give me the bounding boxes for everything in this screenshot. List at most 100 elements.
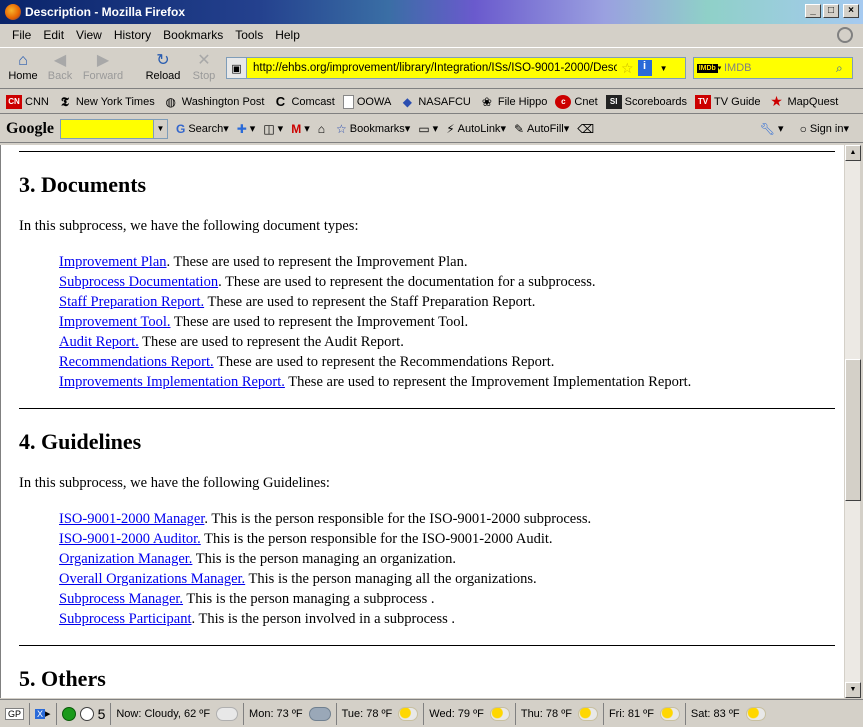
status-x-widget[interactable]: X ▸ [30,702,57,725]
bookmark-nasafcu[interactable]: ◆ NASAFCU [399,95,471,109]
pagerank-bar[interactable]: ▭ ▾ [418,122,438,136]
menu-history[interactable]: History [108,28,157,42]
menu-tools[interactable]: Tools [229,28,269,42]
menu-help[interactable]: Help [269,28,306,42]
scoreboards-icon: SI [605,94,622,109]
cnn-icon: CN [6,94,22,109]
google-bookmarks-button[interactable]: ☆ Bookmarks ▾ [336,122,410,136]
link-iso-auditor[interactable]: ISO-9001-2000 Auditor. [59,531,201,547]
item-description: These are used to represent the Recommen… [213,354,555,370]
item-description: This is the person managing a subprocess… [183,591,435,607]
pagerank-button[interactable]: ⌂ [318,122,328,136]
stop-button[interactable]: ✕ Stop [184,52,224,86]
link-overall-organizations-manager[interactable]: Overall Organizations Manager. [59,571,245,587]
eraser-button[interactable]: ⌫ [577,122,597,136]
stop-icon: ✕ [197,52,211,69]
info-icon[interactable]: i [637,60,652,76]
autofill-button[interactable]: ✎ AutoFill ▾ [514,122,569,136]
link-subprocess-manager[interactable]: Subprocess Manager. [59,591,183,607]
autofill-icon: ✎ [513,121,525,136]
site-identity-icon[interactable]: ▣ [227,58,247,78]
home-button[interactable]: ⌂ Home [3,52,43,86]
gmail-button[interactable]: M ▾ [291,122,310,136]
autolink-button[interactable]: ⚡ AutoLink ▾ [446,122,506,136]
search-input[interactable]: IMDB [724,62,836,74]
vertical-scrollbar[interactable]: ▲ ▼ [844,145,861,698]
bookmark-file-hippo[interactable]: ❀ File Hippo [479,95,548,109]
bookmark-mapquest[interactable]: ★ MapQuest [769,93,838,109]
minimize-button[interactable]: _ [805,4,821,18]
google-dropdown-icon[interactable]: ▼ [153,119,167,138]
list-item: Subprocess Manager. This is the person m… [59,589,835,609]
weather-label: Wed: 79 ºF [429,707,484,720]
list-item: Organization Manager. This is the person… [59,549,835,569]
menu-bar: File Edit View History Bookmarks Tools H… [0,24,863,46]
share-button[interactable]: ◫ ▾ [263,122,283,136]
document-types-list: Improvement Plan . These are used to repr… [19,252,835,392]
link-iso-manager[interactable]: ISO-9001-2000 Manager [59,511,204,527]
link-improvements-implementation-report[interactable]: Improvements Implementation Report. [59,374,285,390]
bookmark-comcast[interactable]: C Comcast [272,94,335,109]
google-logo[interactable]: Google [6,120,54,138]
bookmark-cnet[interactable]: c Cnet [555,94,598,109]
scroll-up-arrow-icon[interactable]: ▲ [845,145,861,161]
status-gp[interactable]: GP [0,702,31,725]
scrollbar-thumb[interactable] [845,359,861,501]
bookmark-star-icon[interactable]: ☆ [621,60,634,77]
bookmark-scoreboards[interactable]: SI Scoreboards [605,94,687,109]
weather-label: Thu: 78 ºF [520,707,572,720]
weather-label: Fri: 81 ºF [608,707,654,720]
bookmark-tv-guide[interactable]: TV TV Guide [695,94,761,109]
cnet-icon: c [555,94,572,109]
google-search-input[interactable]: ▼ [60,118,168,139]
search-go-icon[interactable]: ⌕ [836,61,852,76]
forward-button[interactable]: ▶ Forward [80,52,126,86]
bookmark-cnn[interactable]: CN CNN [6,94,49,109]
weather-fri[interactable]: Fri: 81 ºF [604,702,686,725]
bookmark-nyt[interactable]: 𝕿 New York Times [57,94,155,109]
weather-sat[interactable]: Sat: 83 ºF [686,703,771,725]
status-green-icon[interactable] [61,706,76,721]
maximize-button[interactable]: □ [823,4,839,18]
url-dropdown-icon[interactable]: ▼ [660,64,668,73]
bookmark-oowa[interactable]: OOWA [342,94,391,109]
link-improvement-tool[interactable]: Improvement Tool. [59,314,170,330]
bookmark-washington-post[interactable]: ◍ Washington Post [163,95,264,109]
link-staff-preparation-report[interactable]: Staff Preparation Report. [59,294,204,310]
highlight-button[interactable]: ✚ ▾ [237,122,256,136]
link-subprocess-participant[interactable]: Subprocess Participant [59,611,192,627]
link-subprocess-documentation[interactable]: Subprocess Documentation [59,274,218,290]
url-text[interactable]: http://ehbs.org/improvement/library/Inte… [247,62,617,74]
menu-file[interactable]: File [6,28,37,42]
item-description: . These are used to represent the docume… [218,274,596,290]
search-box[interactable]: IMDb ▾ IMDB ⌕ [693,57,853,79]
link-audit-report[interactable]: Audit Report. [59,334,139,350]
weather-tue[interactable]: Tue: 78 ºF [337,702,425,725]
nasafcu-icon: ◆ [402,94,412,109]
clock-icon[interactable] [79,706,94,721]
close-button[interactable]: × [843,4,859,18]
link-recommendations-report[interactable]: Recommendations Report. [59,354,214,370]
search-engine-selector[interactable]: IMDb ▾ [694,58,724,78]
menu-edit[interactable]: Edit [37,28,70,42]
list-item: Improvements Implementation Report. Thes… [59,372,835,392]
gp-label: GP [5,707,25,720]
bookmark-label: NASAFCU [418,95,471,108]
scroll-down-arrow-icon[interactable]: ▼ [845,682,861,698]
link-organization-manager[interactable]: Organization Manager. [59,551,192,567]
autolink-label: AutoLink [457,122,501,135]
google-search-button[interactable]: G Search ▾ [176,122,229,136]
bookmark-label: File Hippo [497,95,548,108]
menu-view[interactable]: View [70,28,108,42]
link-improvement-plan[interactable]: Improvement Plan [59,254,167,270]
sign-in-button[interactable]: ○ Sign in ▾ [800,122,849,136]
reload-button[interactable]: ↻ Reload [143,52,183,86]
menu-bookmarks[interactable]: Bookmarks [157,28,229,42]
weather-now[interactable]: Now: Cloudy, 62 ºF [111,702,245,725]
back-button[interactable]: ◀ Back [40,52,80,86]
address-bar[interactable]: ▣ http://ehbs.org/improvement/library/In… [226,57,686,79]
weather-mon[interactable]: Mon: 73 ºF [244,702,337,725]
weather-thu[interactable]: Thu: 78 ºF [516,702,604,725]
settings-button[interactable]: 🔧︎ ▾ [760,122,784,136]
weather-wed[interactable]: Wed: 79 ºF [424,702,516,725]
